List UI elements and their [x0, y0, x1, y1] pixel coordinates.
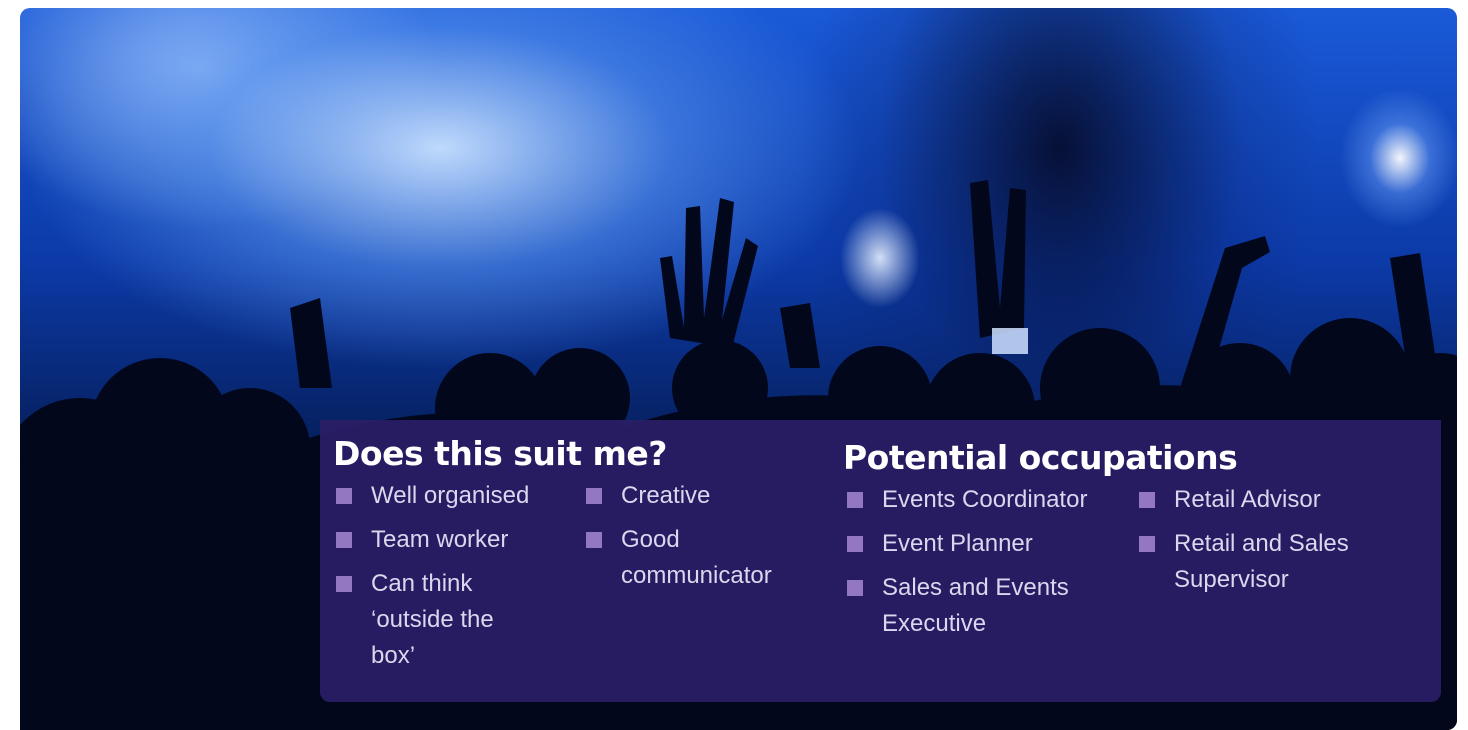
list-item: Well organised	[334, 478, 534, 514]
square-bullet-icon	[1139, 492, 1155, 508]
suit-list-column-2: Creative Good communicator	[584, 478, 789, 602]
list-item: Retail and Sales Supervisor	[1137, 526, 1382, 598]
suit-heading: Does this suit me?	[333, 434, 667, 473]
occupations-list-column-1: Events Coordinator Event Planner Sales a…	[845, 482, 1110, 650]
list-item: Can think ‘outside the box’	[334, 566, 534, 674]
square-bullet-icon	[1139, 536, 1155, 552]
list-item: Good communicator	[584, 522, 789, 594]
square-bullet-icon	[336, 488, 352, 504]
square-bullet-icon	[336, 532, 352, 548]
list-item: Creative	[584, 478, 789, 514]
square-bullet-icon	[847, 536, 863, 552]
square-bullet-icon	[847, 580, 863, 596]
concert-hero-image	[20, 8, 1457, 730]
list-item: Team worker	[334, 522, 534, 558]
suit-list-column-1: Well organised Team worker Can think ‘ou…	[334, 478, 534, 682]
list-item: Sales and Events Executive	[845, 570, 1110, 642]
list-item: Event Planner	[845, 526, 1110, 562]
square-bullet-icon	[586, 532, 602, 548]
square-bullet-icon	[336, 576, 352, 592]
list-item: Events Coordinator	[845, 482, 1110, 518]
occupations-list-column-2: Retail Advisor Retail and Sales Supervis…	[1137, 482, 1382, 606]
occupations-heading: Potential occupations	[843, 438, 1238, 477]
list-item: Retail Advisor	[1137, 482, 1382, 518]
square-bullet-icon	[847, 492, 863, 508]
square-bullet-icon	[586, 488, 602, 504]
